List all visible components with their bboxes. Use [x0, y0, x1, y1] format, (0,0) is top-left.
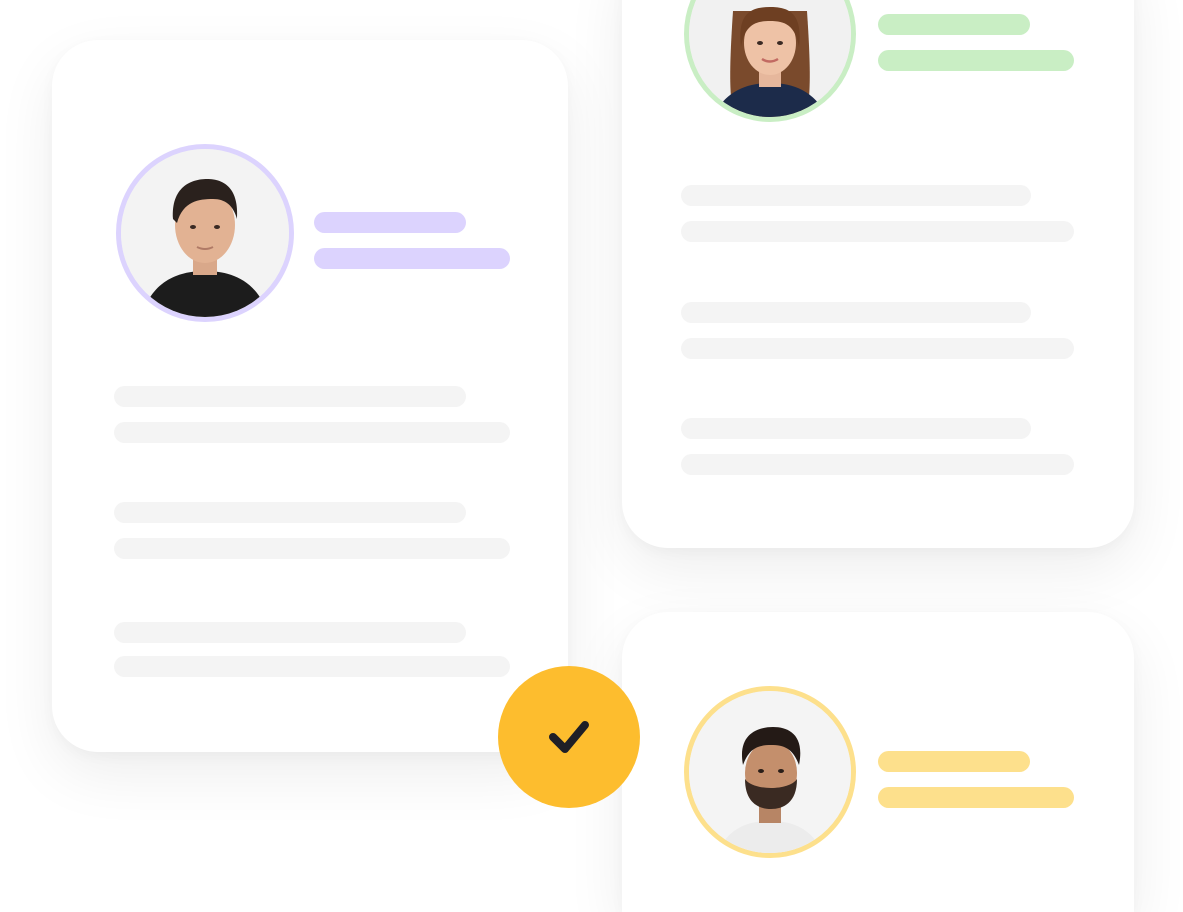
text-placeholder-line: [681, 454, 1074, 475]
avatar: [116, 144, 294, 322]
checkmark-icon: [549, 721, 589, 753]
avatar: [684, 0, 856, 122]
profile-card-right: [622, 0, 1134, 548]
approved-badge: [498, 666, 640, 808]
woman-portrait-icon: [689, 0, 851, 117]
text-placeholder-line: [114, 386, 466, 407]
avatar: [684, 686, 856, 858]
man-portrait-icon: [121, 149, 289, 317]
text-placeholder-line: [114, 622, 466, 643]
bearded-man-portrait-icon: [689, 691, 851, 853]
title-placeholder-bar: [878, 787, 1074, 808]
name-placeholder-bar: [314, 212, 466, 233]
profile-card-bottom: [622, 612, 1134, 912]
text-placeholder-line: [681, 338, 1074, 359]
text-placeholder-line: [114, 502, 466, 523]
text-placeholder-line: [114, 538, 510, 559]
text-placeholder-line: [681, 221, 1074, 242]
title-placeholder-bar: [314, 248, 510, 269]
text-placeholder-line: [114, 422, 510, 443]
name-placeholder-bar: [878, 14, 1030, 35]
text-placeholder-line: [114, 656, 510, 677]
text-placeholder-line: [681, 302, 1031, 323]
text-placeholder-line: [681, 185, 1031, 206]
profile-card-left: [52, 40, 568, 752]
name-placeholder-bar: [878, 751, 1030, 772]
title-placeholder-bar: [878, 50, 1074, 71]
text-placeholder-line: [681, 418, 1031, 439]
